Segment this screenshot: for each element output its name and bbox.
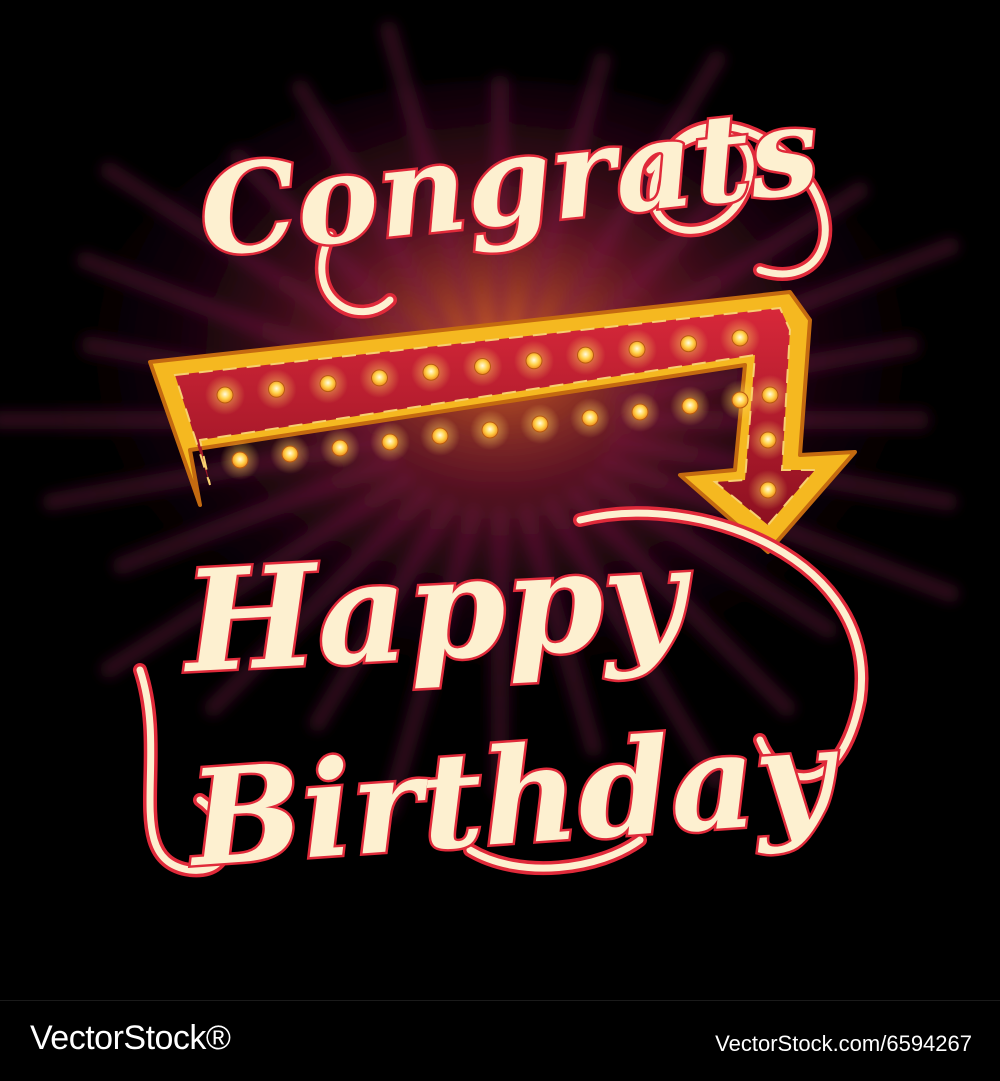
marquee-bulb	[748, 470, 788, 510]
marquee-bulb	[256, 369, 297, 410]
marquee-bulb	[750, 375, 790, 415]
marquee-bulb	[220, 440, 260, 480]
vectorstock-logo: VectorStock®	[30, 1019, 231, 1057]
marquee-bulb	[670, 386, 710, 426]
happy-lettering: Happy	[177, 515, 698, 706]
marquee-bulb	[320, 428, 360, 468]
vectorstock-url: VectorStock.com/6594267	[715, 1031, 972, 1056]
marquee-bulb	[520, 404, 560, 444]
congrats-happy-birthday-illustration: Congrats Happy Birthday	[0, 0, 1000, 1000]
marquee-bulb	[570, 398, 610, 438]
marquee-bulb	[420, 416, 460, 456]
marquee-bulb	[411, 352, 451, 393]
marquee-bulb	[470, 410, 510, 450]
marquee-bulb	[748, 420, 788, 460]
image-canvas: Congrats Happy Birthday VectorStock® Vec…	[0, 0, 1000, 1081]
watermark-bar: VectorStock® VectorStock.com/6594267	[0, 1000, 1000, 1081]
marquee-bulb	[270, 434, 310, 474]
marquee-bulb	[462, 346, 503, 387]
marquee-bulb	[370, 422, 410, 462]
marquee-bulb	[668, 323, 709, 364]
marquee-bulb	[205, 375, 245, 415]
marquee-bulb	[514, 340, 554, 381]
marquee-bulb	[359, 357, 400, 398]
marquee-bulb	[617, 329, 657, 370]
marquee-bulb	[308, 363, 348, 404]
marquee-bulb	[720, 318, 760, 358]
marquee-bulb	[620, 392, 660, 432]
marquee-bulb	[565, 335, 606, 376]
